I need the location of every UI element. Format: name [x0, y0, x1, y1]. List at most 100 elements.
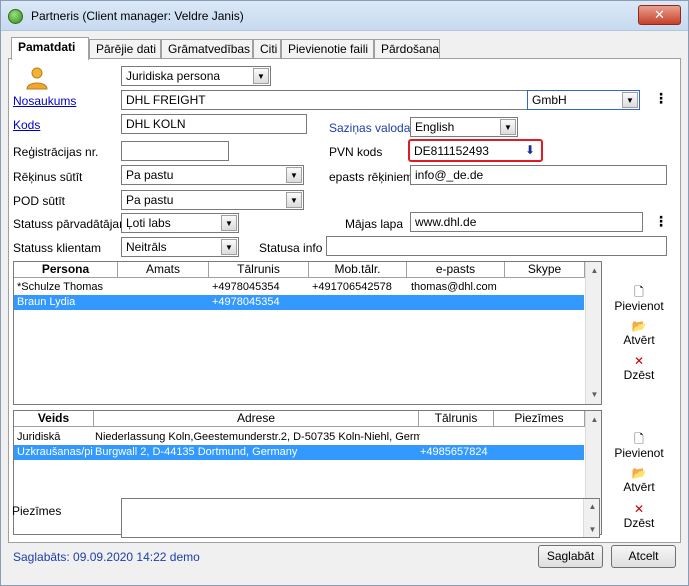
chevron-down-icon[interactable]: ▼ [622, 92, 638, 108]
delete-address-label: Dzēst [623, 516, 655, 530]
pod-label: POD sūtīt [13, 194, 66, 208]
tab-pardosana[interactable]: Pārdošana [374, 39, 440, 59]
invoice-send-select[interactable]: Pa pastu ▼ [121, 165, 304, 185]
col-persona[interactable]: Persona [14, 262, 118, 278]
email-invoice-label: epasts rēķiniem [329, 170, 414, 184]
persons-scrollbar[interactable]: ▲ ▼ [585, 262, 601, 404]
pod-select[interactable]: Pa pastu ▼ [121, 190, 304, 210]
col-epasts[interactable]: e-pasts [407, 262, 505, 278]
app-icon [8, 9, 23, 24]
table-row[interactable]: Uzkraušanas/pi Burgwall 2, D-44135 Dortm… [14, 445, 584, 460]
reg-label: Reģistrācijas nr. [13, 145, 99, 159]
table-row[interactable]: Juridiskā Niederlassung Koln,Geestemunde… [14, 430, 584, 445]
tab-gramatvedibas[interactable]: Grāmatvedības [161, 39, 253, 59]
legal-form-select[interactable]: GmbH ▼ [527, 90, 640, 110]
save-button[interactable]: Saglabāt [538, 545, 603, 568]
vat-code-select[interactable]: DE811152493 ⬇ [408, 139, 543, 162]
table-row[interactable]: Braun Lydia +4978045354 [14, 295, 584, 310]
tab-pievienotie-faili[interactable]: Pievienotie faili [281, 39, 374, 59]
comm-lang-select[interactable]: English ▼ [410, 117, 518, 137]
add-address-button[interactable]: 🗋 Pievienot [611, 432, 667, 460]
status-seller-select[interactable]: Ļoti labs ▼ [121, 213, 239, 233]
col-skype[interactable]: Skype [505, 262, 585, 278]
code-field[interactable]: DHL KOLN [121, 114, 307, 134]
scroll-up-icon[interactable]: ▲ [586, 500, 599, 513]
delete-address-button[interactable]: ✕ Dzēst [611, 502, 667, 530]
delete-icon: ✕ [633, 502, 645, 516]
notes-label: Piezīmes [12, 504, 62, 518]
col-talrunis[interactable]: Tālrunis [209, 262, 309, 278]
tab-citi[interactable]: Citi [253, 39, 281, 59]
vat-label: PVN kods [329, 145, 383, 159]
pod-value: Pa pastu [126, 193, 174, 207]
chevron-down-icon[interactable]: ▼ [500, 119, 516, 135]
col-veids[interactable]: Veids [14, 411, 94, 427]
phone-cell: +4978045354 [212, 296, 280, 308]
save-status: Saglabāts: 09.09.2020 14:22 demo [13, 550, 200, 564]
open-folder-icon: 📂 [631, 466, 647, 480]
scroll-down-icon[interactable]: ▼ [588, 388, 601, 401]
new-file-icon: 🗋 [634, 432, 644, 446]
open-person-button[interactable]: 📂 Atvērt [611, 319, 667, 347]
phone-cell: +4985657824 [420, 446, 488, 458]
more-options-icon[interactable]: ⋮ [654, 91, 668, 105]
status-client-select[interactable]: Neitrāls ▼ [121, 237, 239, 257]
status-info-label: Statusa info [259, 241, 323, 255]
delete-icon: ✕ [633, 354, 645, 368]
email-invoice-field[interactable]: info@_de.de [410, 165, 667, 185]
more-options-icon[interactable]: ⋮ [654, 214, 668, 228]
invoice-send-label: Rēķinus sūtīt [13, 170, 83, 184]
col-talrunis[interactable]: Tālrunis [419, 411, 494, 427]
title-bar: Partneris (Client manager: Veldre Janis)… [1, 1, 688, 31]
status-client-value: Neitrāls [126, 240, 167, 254]
name-field[interactable]: DHL FREIGHT [121, 90, 529, 110]
invoice-send-value: Pa pastu [126, 168, 174, 182]
persona-cell: *Schulze Thomas [17, 281, 104, 293]
entity-type-select[interactable]: Juridiska persona ▼ [121, 66, 271, 86]
delete-person-button[interactable]: ✕ Dzēst [611, 354, 667, 382]
scroll-up-icon[interactable]: ▲ [588, 413, 601, 426]
phone-cell: +4978045354 [212, 281, 280, 293]
notes-field[interactable]: ▲ ▼ [121, 498, 600, 538]
open-folder-icon: 📂 [631, 319, 647, 333]
col-amats[interactable]: Amats [118, 262, 209, 278]
notes-scrollbar[interactable]: ▲ ▼ [583, 499, 599, 537]
chevron-down-icon[interactable]: ▼ [253, 68, 269, 84]
persona-cell: Braun Lydia [17, 296, 76, 308]
homepage-field[interactable]: www.dhl.de [410, 212, 643, 232]
scroll-up-icon[interactable]: ▲ [588, 264, 601, 277]
code-label[interactable]: Kods [13, 118, 40, 132]
table-header: Veids Adrese Tālrunis Piezīmes [14, 411, 601, 427]
tab-pamatdati[interactable]: Pamatdati [11, 37, 89, 60]
reg-field[interactable] [121, 141, 229, 161]
cancel-button[interactable]: Atcelt [611, 545, 676, 568]
table-row[interactable]: *Schulze Thomas +4978045354 +49170654257… [14, 280, 584, 295]
open-address-label: Atvērt [623, 480, 655, 494]
scroll-down-icon[interactable]: ▼ [586, 523, 599, 536]
add-person-button[interactable]: 🗋 Pievienot [611, 285, 667, 313]
col-mob[interactable]: Mob.tālr. [309, 262, 407, 278]
col-piezimes[interactable]: Piezīmes [494, 411, 585, 427]
close-button[interactable]: ✕ [638, 5, 681, 25]
arrow-down-icon[interactable]: ⬇ [521, 143, 539, 159]
status-info-field[interactable] [326, 236, 667, 256]
col-adrese[interactable]: Adrese [94, 411, 419, 427]
persons-table: Persona Amats Tālrunis Mob.tālr. e-pasts… [13, 261, 602, 405]
chevron-down-icon[interactable]: ▼ [286, 167, 302, 183]
homepage-label: Mājas lapa [345, 217, 404, 231]
open-person-label: Atvērt [623, 333, 655, 347]
add-person-label: Pievienot [614, 299, 664, 313]
mobile-cell: +491706542578 [312, 281, 392, 293]
chevron-down-icon[interactable]: ▼ [286, 192, 302, 208]
tab-parejie-dati[interactable]: Pārējie dati [89, 39, 161, 59]
add-address-label: Pievienot [614, 446, 664, 460]
partner-window: Partneris (Client manager: Veldre Janis)… [0, 0, 689, 586]
entity-type-value: Juridiska persona [126, 69, 221, 83]
chevron-down-icon[interactable]: ▼ [221, 215, 237, 231]
address-cell: Niederlassung Koln,Geestemunderstr.2, D-… [95, 431, 420, 443]
open-address-button[interactable]: 📂 Atvērt [611, 466, 667, 494]
main-panel: Juridiska persona ▼ Nosaukums DHL FREIGH… [8, 58, 681, 543]
chevron-down-icon[interactable]: ▼ [221, 239, 237, 255]
status-seller-value: Ļoti labs [126, 216, 171, 230]
name-label[interactable]: Nosaukums [13, 94, 76, 108]
